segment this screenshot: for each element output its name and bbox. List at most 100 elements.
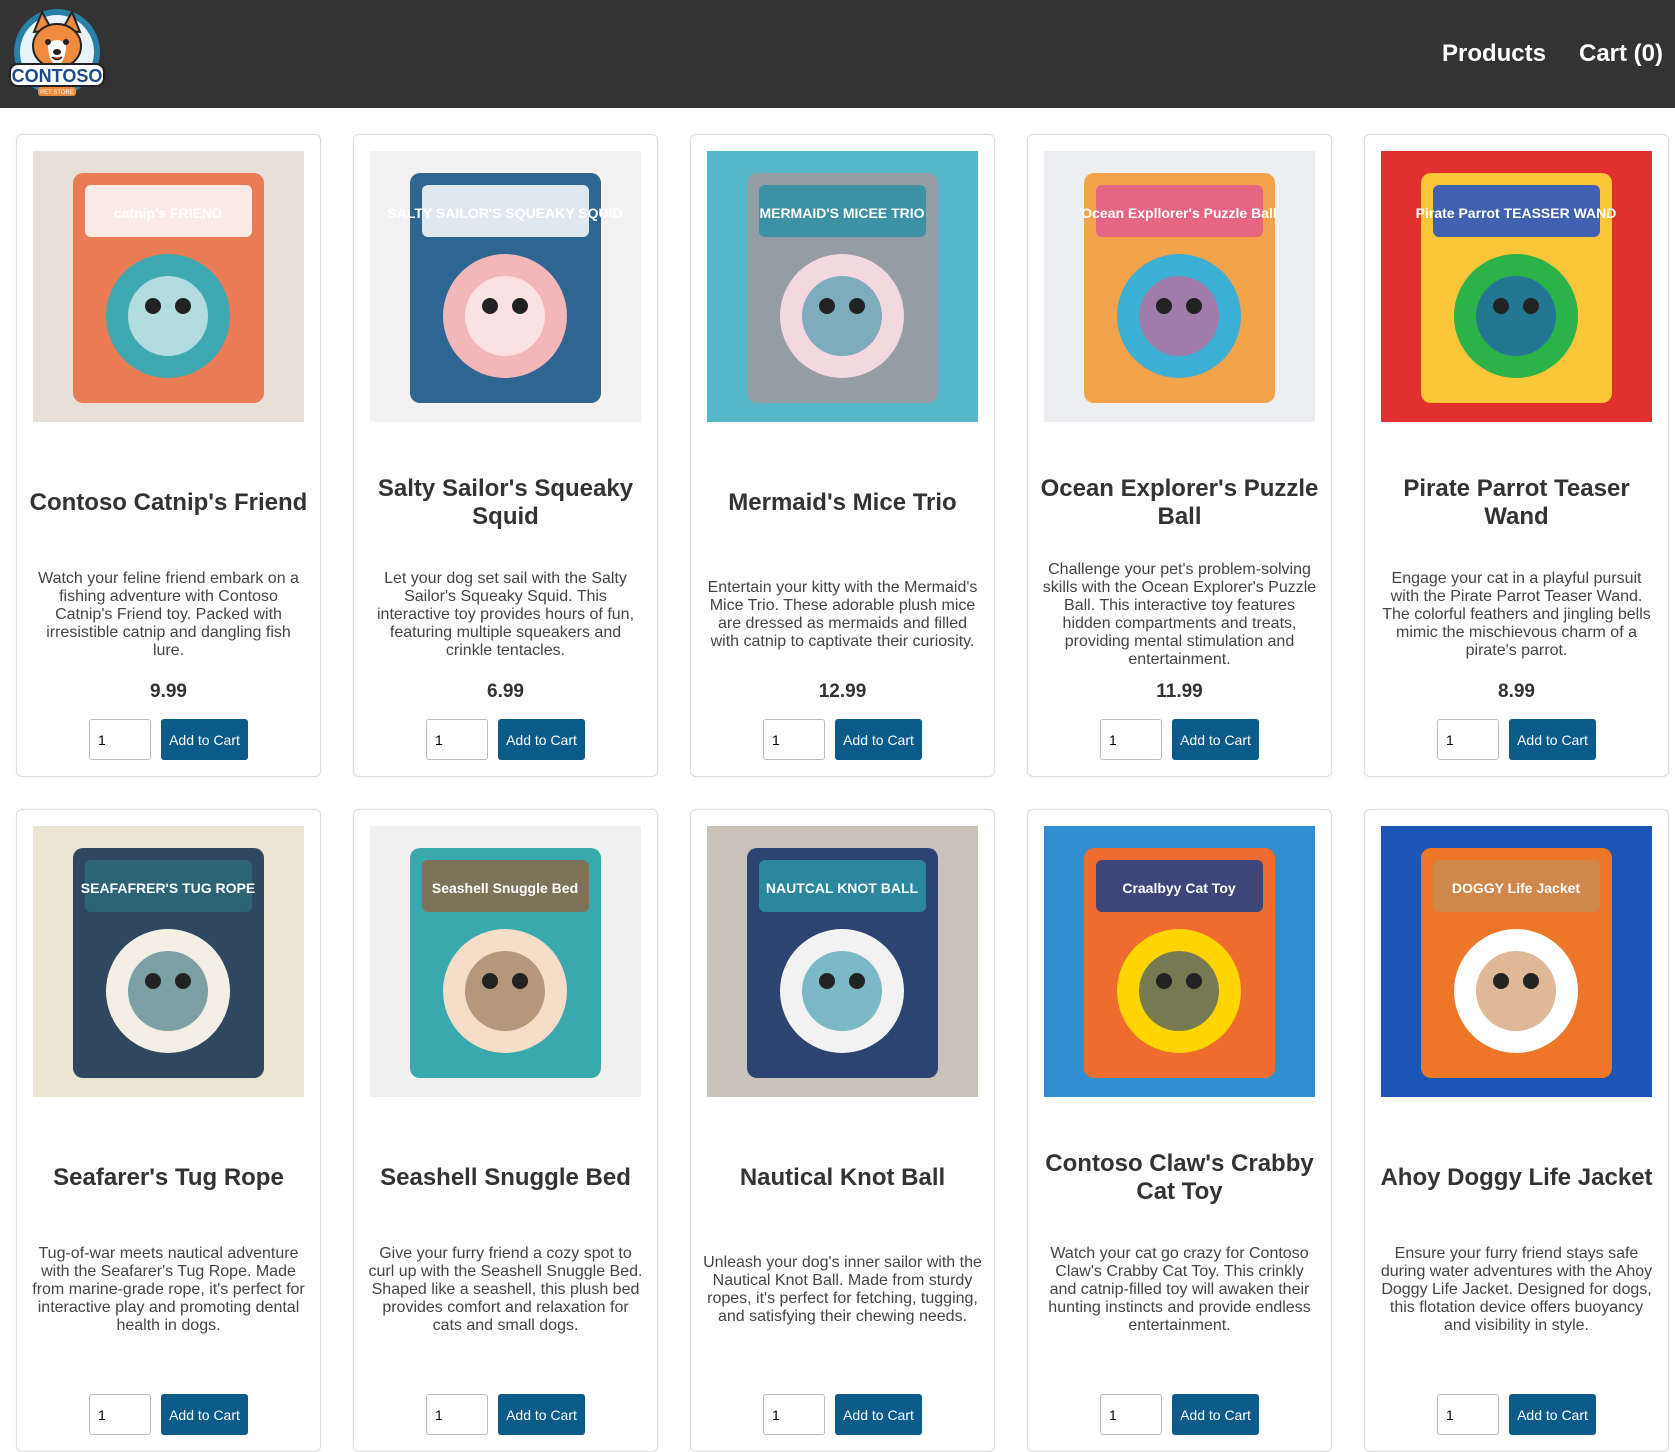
purchase-controls: Add to Cart xyxy=(354,719,657,760)
product-price: 11.99 xyxy=(1156,681,1203,702)
product-image[interactable]: Craalbyy Cat Toy xyxy=(1044,826,1315,1097)
product-description: Unleash your dog's inner sailor with the… xyxy=(703,1254,982,1325)
product-title[interactable]: Ahoy Doggy Life Jacket xyxy=(1380,1164,1652,1192)
mermaid-mice-icon: MERMAID'S MICEE TRIO xyxy=(707,151,978,422)
purchase-controls: Add to Cart xyxy=(1365,719,1668,760)
product-card: Seashell Snuggle Bed Seashell Snuggle Be… xyxy=(353,809,658,1452)
svg-text:catnip's FRIEND: catnip's FRIEND xyxy=(114,205,222,221)
add-to-cart-button[interactable]: Add to Cart xyxy=(498,1394,585,1435)
add-to-cart-button[interactable]: Add to Cart xyxy=(835,719,922,760)
product-card: SALTY SAILOR'S SQUEAKY SQUID Salty Sailo… xyxy=(353,134,658,777)
product-description: Ensure your furry friend stays safe duri… xyxy=(1380,1245,1653,1334)
product-card: NAUTCAL KNOT BALL Nautical Knot Ball Unl… xyxy=(690,809,995,1452)
product-image[interactable]: DOGGY Life Jacket xyxy=(1381,826,1652,1097)
add-to-cart-button[interactable]: Add to Cart xyxy=(498,719,585,760)
product-image[interactable]: MERMAID'S MICEE TRIO xyxy=(707,151,978,422)
product-image[interactable]: SALTY SAILOR'S SQUEAKY SQUID xyxy=(370,151,641,422)
product-card: Craalbyy Cat Toy Contoso Claw's Crabby C… xyxy=(1027,809,1332,1452)
add-to-cart-button[interactable]: Add to Cart xyxy=(161,719,248,760)
product-card: SEAFAFRER'S TUG ROPE Seafarer's Tug Rope… xyxy=(16,809,321,1452)
purchase-controls: Add to Cart xyxy=(354,1394,657,1435)
product-description: Engage your cat in a playful pursuit wit… xyxy=(1382,570,1651,659)
svg-text:Craalbyy Cat Toy: Craalbyy Cat Toy xyxy=(1122,880,1236,896)
purchase-controls: Add to Cart xyxy=(17,719,320,760)
svg-text:Pirate Parrot TEASSER WAND: Pirate Parrot TEASSER WAND xyxy=(1416,205,1617,221)
product-grid: catnip's FRIEND Contoso Catnip's Friend … xyxy=(16,134,1669,1452)
product-card: DOGGY Life Jacket Ahoy Doggy Life Jacket… xyxy=(1364,809,1669,1452)
product-description: Give your furry friend a cozy spot to cu… xyxy=(368,1245,643,1334)
product-title[interactable]: Contoso Claw's Crabby Cat Toy xyxy=(1036,1150,1323,1206)
svg-text:CONTOSO: CONTOSO xyxy=(12,66,103,86)
quantity-input[interactable] xyxy=(89,1394,151,1435)
product-title[interactable]: Ocean Explorer's Puzzle Ball xyxy=(1036,475,1323,531)
product-description: Watch your cat go crazy for Contoso Claw… xyxy=(1048,1245,1311,1334)
product-price: 8.99 xyxy=(1498,681,1535,702)
quantity-input[interactable] xyxy=(426,719,488,760)
nav-cart-link[interactable]: Cart (0) xyxy=(1579,40,1663,68)
product-price: 6.99 xyxy=(487,681,524,702)
product-card: catnip's FRIEND Contoso Catnip's Friend … xyxy=(16,134,321,777)
add-to-cart-button[interactable]: Add to Cart xyxy=(1172,719,1259,760)
add-to-cart-button[interactable]: Add to Cart xyxy=(1509,1394,1596,1435)
product-image[interactable]: SEAFAFRER'S TUG ROPE xyxy=(33,826,304,1097)
quantity-input[interactable] xyxy=(426,1394,488,1435)
product-title[interactable]: Nautical Knot Ball xyxy=(740,1164,945,1192)
product-title[interactable]: Contoso Catnip's Friend xyxy=(30,489,308,517)
product-card: Ocean Expllorer's Puzzle Ball Ocean Expl… xyxy=(1027,134,1332,777)
product-title[interactable]: Salty Sailor's Squeaky Squid xyxy=(362,475,649,531)
product-description: Let your dog set sail with the Salty Sai… xyxy=(376,570,635,659)
rope-toy-icon: SEAFAFRER'S TUG ROPE xyxy=(33,826,304,1097)
quantity-input[interactable] xyxy=(89,719,151,760)
top-navigation-bar: CONTOSO PET STORE Products Cart (0) xyxy=(0,0,1675,108)
quantity-input[interactable] xyxy=(763,719,825,760)
add-to-cart-button[interactable]: Add to Cart xyxy=(161,1394,248,1435)
dog-life-jacket-icon: DOGGY Life Jacket xyxy=(1381,826,1652,1097)
svg-text:SALTY SAILOR'S SQUEAKY SQUID: SALTY SAILOR'S SQUEAKY SQUID xyxy=(387,205,622,221)
quantity-input[interactable] xyxy=(1100,719,1162,760)
svg-text:MERMAID'S MICEE TRIO: MERMAID'S MICEE TRIO xyxy=(759,205,924,221)
purchase-controls: Add to Cart xyxy=(691,719,994,760)
quantity-input[interactable] xyxy=(1100,1394,1162,1435)
add-to-cart-button[interactable]: Add to Cart xyxy=(1509,719,1596,760)
purchase-controls: Add to Cart xyxy=(1028,1394,1331,1435)
svg-text:DOGGY Life Jacket: DOGGY Life Jacket xyxy=(1452,880,1580,896)
cat-ball-toy-icon: catnip's FRIEND xyxy=(33,151,304,422)
contoso-logo[interactable]: CONTOSO PET STORE xyxy=(8,6,106,102)
product-card: Pirate Parrot TEASSER WAND Pirate Parrot… xyxy=(1364,134,1669,777)
svg-text:PET STORE: PET STORE xyxy=(40,90,74,96)
product-title[interactable]: Mermaid's Mice Trio xyxy=(728,489,956,517)
product-image[interactable]: NAUTCAL KNOT BALL xyxy=(707,826,978,1097)
svg-text:Seashell Snuggle Bed: Seashell Snuggle Bed xyxy=(432,880,578,896)
corgi-logo-icon: CONTOSO PET STORE xyxy=(9,9,105,96)
product-card: MERMAID'S MICEE TRIO Mermaid's Mice Trio… xyxy=(690,134,995,777)
product-price: 12.99 xyxy=(818,681,867,702)
nav-products-link[interactable]: Products xyxy=(1442,40,1546,68)
svg-text:NAUTCAL KNOT BALL: NAUTCAL KNOT BALL xyxy=(766,880,919,896)
product-image[interactable]: Seashell Snuggle Bed xyxy=(370,826,641,1097)
purchase-controls: Add to Cart xyxy=(691,1394,994,1435)
product-image[interactable]: Pirate Parrot TEASSER WAND xyxy=(1381,151,1652,422)
add-to-cart-button[interactable]: Add to Cart xyxy=(1172,1394,1259,1435)
puzzle-ball-icon: Ocean Expllorer's Puzzle Ball xyxy=(1044,151,1315,422)
product-title[interactable]: Pirate Parrot Teaser Wand xyxy=(1373,475,1660,531)
shell-bed-icon: Seashell Snuggle Bed xyxy=(370,826,641,1097)
squid-toy-icon: SALTY SAILOR'S SQUEAKY SQUID xyxy=(370,151,641,422)
product-description: Challenge your pet's problem-solving ski… xyxy=(1042,561,1317,668)
product-image[interactable]: Ocean Expllorer's Puzzle Ball xyxy=(1044,151,1315,422)
add-to-cart-button[interactable]: Add to Cart xyxy=(835,1394,922,1435)
svg-text:SEAFAFRER'S TUG ROPE: SEAFAFRER'S TUG ROPE xyxy=(81,880,255,896)
product-title[interactable]: Seashell Snuggle Bed xyxy=(380,1164,631,1192)
purchase-controls: Add to Cart xyxy=(1028,719,1331,760)
quantity-input[interactable] xyxy=(1437,719,1499,760)
product-title[interactable]: Seafarer's Tug Rope xyxy=(53,1164,284,1192)
quantity-input[interactable] xyxy=(763,1394,825,1435)
knot-ball-icon: NAUTCAL KNOT BALL xyxy=(707,826,978,1097)
product-image[interactable]: catnip's FRIEND xyxy=(33,151,304,422)
quantity-input[interactable] xyxy=(1437,1394,1499,1435)
purchase-controls: Add to Cart xyxy=(1365,1394,1668,1435)
main-nav: Products Cart (0) xyxy=(1442,40,1663,68)
product-description: Entertain your kitty with the Mermaid's … xyxy=(707,579,978,650)
purchase-controls: Add to Cart xyxy=(17,1394,320,1435)
feather-wand-icon: Pirate Parrot TEASSER WAND xyxy=(1381,151,1652,422)
svg-text:Ocean Expllorer's Puzzle Ball: Ocean Expllorer's Puzzle Ball xyxy=(1081,205,1277,221)
